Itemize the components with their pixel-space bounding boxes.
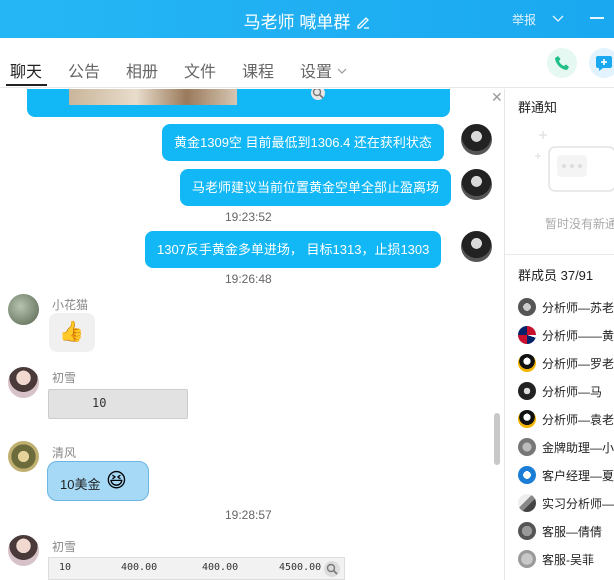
phone-icon [555, 56, 569, 70]
sender-name: 小花猫 [52, 298, 89, 312]
member-name: 分析师—苏老师 [542, 301, 614, 315]
message-text: 10美金 [60, 477, 101, 492]
member-item[interactable]: 分析师—袁老师 [518, 409, 614, 429]
member-item[interactable]: 分析师—苏老师 [518, 297, 614, 317]
cell-value: 400.00 [202, 562, 239, 573]
tab-settings[interactable]: 设置 [300, 58, 347, 82]
add-button[interactable] [589, 48, 614, 78]
penguin-avatar [518, 410, 536, 428]
zoom-icon[interactable] [323, 560, 341, 578]
avatar[interactable] [461, 124, 492, 155]
avatar [518, 522, 536, 540]
scrollbar[interactable] [494, 413, 500, 465]
avatar [518, 466, 536, 484]
cell-value: 4500.00 [279, 562, 322, 573]
avatar[interactable] [8, 294, 39, 325]
chat-plus-icon [596, 56, 612, 71]
member-item[interactable]: 分析师—马 [518, 381, 614, 401]
message-bubble[interactable]: 1307反手黄金多单进场， 目标1313，止损1303 [145, 231, 442, 268]
cell-value: 400.00 [121, 562, 158, 573]
member-item[interactable]: 客服-吴菲 [518, 549, 614, 569]
cell-value: 10 [59, 562, 72, 573]
edit-icon[interactable] [356, 15, 370, 29]
message-bubble[interactable]: 10美金 😆 [47, 461, 149, 501]
call-button[interactable] [547, 48, 577, 78]
message-bubble[interactable]: 👍 [49, 313, 95, 352]
member-name: 客户经理—夏 [542, 469, 614, 483]
avatar [518, 550, 536, 568]
divider [505, 254, 614, 255]
chevron-down-icon [337, 68, 347, 74]
chevron-down-icon[interactable] [551, 11, 565, 25]
empty-notice-icon [535, 131, 614, 192]
window-title: 马老师 喊单群 [243, 13, 351, 32]
avatar[interactable] [8, 535, 39, 566]
avatar [518, 438, 536, 456]
sender-name: 清风 [52, 446, 77, 460]
avatar[interactable] [461, 169, 492, 200]
member-item[interactable]: 实习分析师— [518, 493, 614, 513]
image-message-bubble[interactable] [27, 89, 450, 117]
member-name: 客服—倩倩 [542, 525, 603, 539]
image-message[interactable]: 10 400.00 400.00 4500.00 [48, 557, 345, 580]
member-name: 金牌助理—小 [542, 441, 614, 455]
active-tab-indicator [6, 84, 47, 86]
member-item[interactable]: 分析师——黄老师 [518, 325, 614, 345]
cell-value: 10 [92, 396, 107, 410]
tab-files[interactable]: 文件 [184, 58, 216, 82]
zoom-icon[interactable] [310, 89, 328, 103]
notice-title[interactable]: 群通知 [518, 97, 557, 116]
member-name: 分析师——黄老师 [542, 329, 614, 343]
sender-name: 初雪 [52, 371, 77, 385]
timestamp: 19:28:57 [225, 508, 272, 522]
tab-chat[interactable]: 聊天 [10, 58, 42, 82]
members-title: 群成员 37/91 [518, 268, 594, 283]
message-bubble[interactable]: 黄金1309空 目前最低到1306.4 还在获利状态 [162, 124, 444, 161]
title-bar: 马老师 喊单群 举报 [0, 0, 614, 38]
minimize-icon[interactable] [590, 17, 604, 19]
avatar [518, 494, 536, 512]
avatar [518, 326, 536, 344]
member-name: 分析师—罗老师 [542, 357, 614, 371]
member-item[interactable]: 分析师—罗老师 [518, 353, 614, 373]
tab-settings-label: 设置 [300, 64, 333, 81]
image-message[interactable]: 10 [48, 389, 188, 419]
laughing-emoji-icon: 😆 [106, 470, 127, 492]
avatar [518, 382, 536, 400]
avatar[interactable] [461, 231, 492, 262]
avatar[interactable] [8, 441, 39, 472]
chat-area[interactable]: ✕ 黄金1309空 目前最低到1306.4 还在获利状态 马老师建议当前位置黄金… [0, 89, 504, 580]
member-item[interactable]: 客户经理—夏 [518, 465, 614, 485]
report-button[interactable]: 举报 [512, 11, 536, 28]
thumbs-up-icon: 👍 [59, 321, 84, 343]
penguin-avatar [518, 354, 536, 372]
close-icon[interactable]: ✕ [491, 89, 503, 106]
avatar [518, 298, 536, 316]
timestamp: 19:23:52 [225, 210, 272, 224]
timestamp: 19:26:48 [225, 272, 272, 286]
avatar[interactable] [8, 367, 39, 398]
member-item[interactable]: 客服—倩倩 [518, 521, 614, 541]
tab-courses[interactable]: 课程 [242, 58, 274, 82]
tab-album[interactable]: 相册 [126, 58, 158, 82]
member-name: 实习分析师— [542, 497, 614, 511]
member-item[interactable]: 金牌助理—小 [518, 437, 614, 457]
message-bubble[interactable]: 马老师建议当前位置黄金空单全部止盈离场 [180, 169, 452, 206]
sender-name: 初雪 [52, 540, 77, 554]
side-panel: 群通知 暂时没有新通知 群成员 37/91 分析师—苏老师 分析师——黄老师 分… [504, 89, 614, 580]
member-name: 分析师—袁老师 [542, 413, 614, 427]
member-name: 客服-吴菲 [542, 553, 594, 567]
tab-bar: 聊天 公告 相册 文件 课程 设置 [0, 38, 614, 88]
notice-empty-text: 暂时没有新通知 [545, 217, 614, 231]
message-image[interactable] [69, 89, 237, 105]
tab-announcement[interactable]: 公告 [68, 58, 100, 82]
member-name: 分析师—马 [542, 385, 603, 399]
